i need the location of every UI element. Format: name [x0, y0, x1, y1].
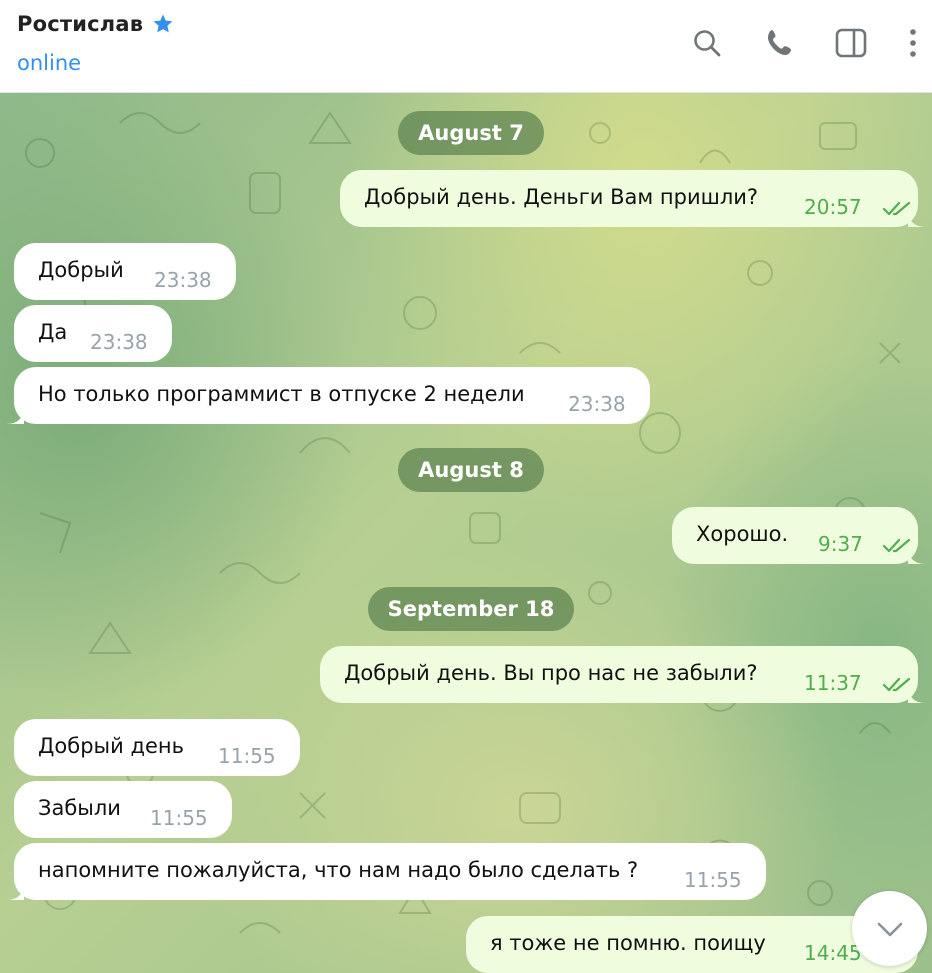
date-separator: September 18	[368, 587, 574, 631]
message-time: 23:38	[154, 268, 212, 292]
message-time: 11:55	[150, 806, 208, 830]
star-icon	[151, 12, 175, 36]
message-time: 11:37	[804, 671, 862, 695]
message-time: 14:45	[804, 941, 862, 965]
more-vertical-icon[interactable]	[896, 26, 930, 60]
message-text: Хорошо.	[696, 521, 789, 546]
bubble-tail	[6, 882, 24, 900]
message-text: Да	[38, 319, 68, 344]
phone-icon[interactable]	[763, 26, 797, 60]
sidebar-toggle-icon[interactable]	[834, 26, 868, 60]
message-text: Но только программист в отпуске 2 недели	[38, 381, 525, 406]
message-text: напомните пожалуйста, что нам надо было …	[38, 857, 639, 882]
incoming-message[interactable]: Забыли 11:55	[14, 781, 232, 838]
outgoing-message[interactable]: Добрый день. Вы про нас не забыли? 11:37	[320, 646, 926, 703]
outgoing-message[interactable]: Добрый день. Деньги Вам пришли? 20:57	[340, 170, 926, 227]
message-time: 11:55	[684, 868, 742, 892]
date-separator: August 8	[398, 448, 544, 492]
chat-header: Ростислав online	[0, 0, 932, 93]
message-time: 23:38	[568, 392, 626, 416]
message-time: 23:38	[90, 330, 148, 354]
message-text: Добрый	[38, 257, 124, 282]
incoming-message[interactable]: Да 23:38	[14, 305, 172, 362]
incoming-message[interactable]: Добрый день 11:55	[14, 719, 300, 776]
bubble-tail	[908, 546, 926, 564]
online-status: online	[17, 51, 82, 75]
message-text: Добрый день. Деньги Вам пришли?	[364, 184, 759, 209]
message-time: 11:55	[218, 744, 276, 768]
scroll-down-button[interactable]	[852, 891, 927, 966]
bubble-tail	[908, 685, 926, 703]
incoming-message[interactable]: Но только программист в отпуске 2 недели…	[6, 367, 650, 424]
contact-name[interactable]: Ростислав	[17, 12, 143, 36]
date-separator: August 7	[398, 111, 544, 155]
message-text: Добрый день. Вы про нас не забыли?	[344, 660, 758, 685]
title-row: Ростислав	[17, 12, 175, 36]
message-time: 20:57	[804, 195, 862, 219]
chat-area[interactable]: August 7 Добрый день. Деньги Вам пришли?…	[0, 93, 932, 973]
chevron-down-icon	[877, 922, 902, 936]
bubble-tail	[6, 406, 24, 424]
outgoing-message[interactable]: я тоже не помню. поищу 14:45	[466, 916, 918, 973]
search-icon[interactable]	[690, 26, 724, 60]
bubble-tail	[908, 209, 926, 227]
incoming-message[interactable]: Добрый 23:38	[14, 243, 236, 300]
incoming-message[interactable]: напомните пожалуйста, что нам надо было …	[6, 843, 766, 900]
message-time: 9:37	[818, 532, 863, 556]
outgoing-message[interactable]: Хорошо. 9:37	[672, 507, 926, 564]
message-text: Добрый день	[38, 733, 184, 758]
message-text: я тоже не помню. поищу	[490, 930, 766, 955]
message-text: Забыли	[38, 795, 121, 820]
